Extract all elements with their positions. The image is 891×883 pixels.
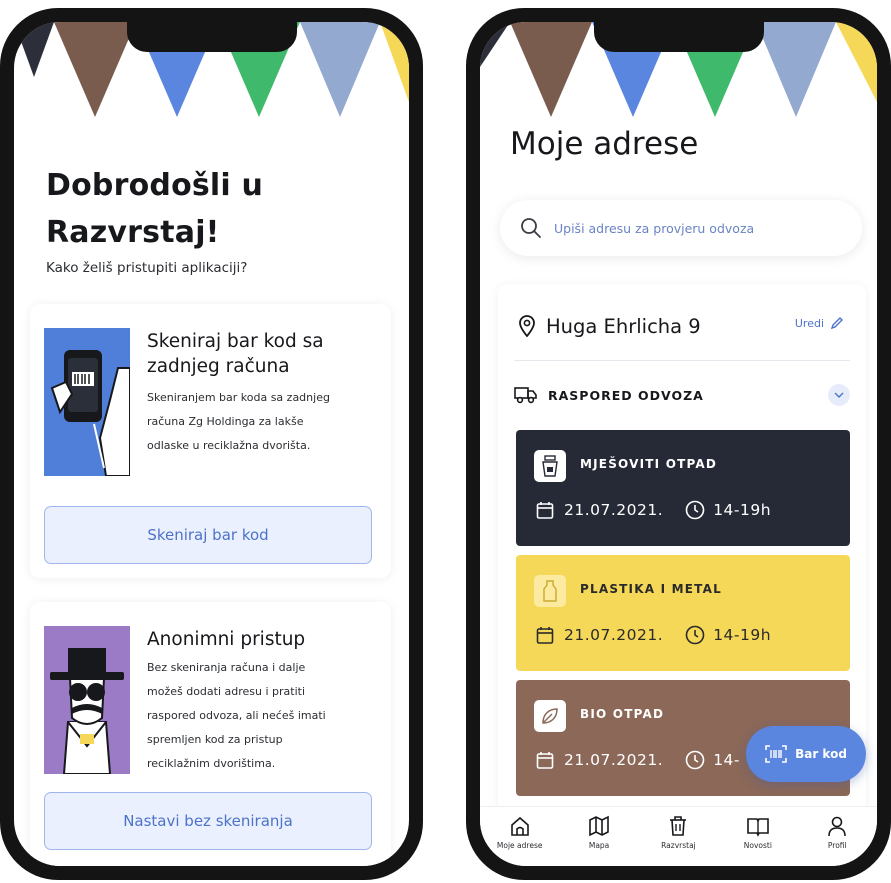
addresses-screen: Moje adrese Upiši adresu za provjeru odv…	[480, 22, 877, 866]
address-search-input[interactable]: Upiši adresu za provjeru odvoza	[500, 200, 862, 256]
user-icon	[828, 816, 847, 837]
tab-mapa[interactable]: Mapa	[564, 815, 634, 850]
pickup-date: 21.07.2021.	[564, 626, 664, 644]
gap-background	[423, 0, 466, 883]
scan-barcode-button[interactable]: Skeniraj bar kod	[44, 506, 372, 564]
screenshot-canvas: Dobrodošli u Razvrstaj! Kako želiš prist…	[0, 0, 891, 883]
address-row: Huga Ehrlicha 9 Uredi	[518, 308, 848, 344]
pickup-type: BIO OTPAD	[580, 707, 665, 721]
tab-razvrstaj[interactable]: Razvrstaj	[643, 815, 713, 850]
tab-label: Novosti	[743, 841, 772, 850]
anon-desc-line: Bez skeniranja računa i dalje	[147, 661, 306, 674]
tab-profil[interactable]: Profil	[802, 815, 872, 850]
tab-label: Mapa	[588, 841, 610, 850]
scan-option-title: Skeniraj bar kod sa zadnjeg računa	[147, 329, 377, 379]
edit-label: Uredi	[794, 316, 824, 330]
welcome-title-line1: Dobrodošli u	[46, 168, 264, 203]
plastic-icon	[534, 575, 566, 607]
tab-novosti[interactable]: Novosti	[723, 815, 793, 850]
scan-desc-line: računa Zg Holdinga za lakše	[147, 415, 304, 428]
phone-scanning-illustration	[44, 328, 130, 476]
edit-address-button[interactable]: Uredi	[795, 316, 844, 330]
scan-desc-line: odlaske u reciklažna dvorišta.	[147, 439, 311, 452]
calendar-icon	[536, 627, 554, 644]
tab-moje-adrese[interactable]: Moje adrese	[485, 815, 555, 850]
anonymous-illustration	[44, 626, 130, 774]
barcode-fab-button[interactable]: Bar kod	[746, 726, 866, 782]
leaf-icon	[534, 700, 566, 732]
pickup-type: MJEŠOVITI OTPAD	[580, 457, 718, 471]
anon-desc-line: spremljen kod za pristup	[147, 733, 283, 746]
scan-option-card: Skeniraj bar kod sa zadnjeg računa Skeni…	[30, 304, 391, 578]
anonymous-option-title: Anonimni pristup	[147, 629, 306, 650]
tab-label: Razvrstaj	[661, 841, 696, 850]
phone-scan-icon	[44, 328, 130, 476]
bottom-tab-bar: Moje adrese Mapa Razvrstaj Novosti Profi…	[480, 806, 877, 866]
schedule-header[interactable]: RASPORED ODVOZA	[514, 382, 850, 408]
pickup-datetime: 21.07.2021. 14-19h	[536, 500, 771, 520]
map-pin-icon	[519, 315, 535, 337]
chevron-down-icon[interactable]	[828, 384, 850, 406]
clock-icon	[685, 750, 705, 770]
calendar-icon	[536, 752, 554, 769]
truck-icon	[514, 387, 537, 404]
continue-without-scan-button[interactable]: Nastavi bez skeniranja	[44, 792, 372, 850]
clock-icon	[685, 500, 705, 520]
tab-label: Profil	[827, 841, 847, 850]
barcode-icon	[765, 745, 787, 763]
clock-icon	[685, 625, 705, 645]
phone-notch	[126, 22, 297, 52]
schedule-label: RASPORED ODVOZA	[548, 387, 704, 403]
anon-desc-line: reciklažnim dvorištima.	[147, 757, 276, 770]
welcome-title: Dobrodošli u Razvrstaj!	[46, 162, 263, 256]
scan-option-description: Skeniranjem bar koda sa zadnjeg računa Z…	[147, 386, 383, 458]
address-name: Huga Ehrlicha 9	[546, 314, 701, 338]
pickup-datetime: 21.07.2021. 14-19h	[536, 625, 771, 645]
book-icon	[747, 818, 769, 837]
anon-desc-line: raspored odvoza, ali nećeš imati	[147, 709, 326, 722]
map-icon	[589, 815, 609, 837]
pencil-icon	[830, 317, 843, 330]
pickup-time: 14-	[713, 751, 741, 769]
welcome-screen: Dobrodošli u Razvrstaj! Kako želiš prist…	[14, 22, 409, 866]
anonymous-character-icon	[44, 626, 130, 774]
welcome-subtitle: Kako želiš pristupiti aplikaciji?	[46, 260, 248, 276]
tab-label: Moje adrese	[496, 841, 543, 850]
trash-icon	[670, 816, 687, 836]
welcome-title-line2: Razvrstaj!	[46, 215, 220, 250]
home-icon	[510, 816, 529, 836]
pickup-date: 21.07.2021.	[564, 501, 664, 519]
anonymous-option-description: Bez skeniranja računa i dalje možeš doda…	[147, 656, 383, 776]
pickup-card-mixed[interactable]: MJEŠOVITI OTPAD 21.07.2021. 14-19h	[516, 430, 850, 546]
divider	[514, 360, 850, 361]
pickup-date: 21.07.2021.	[564, 751, 664, 769]
pickup-time: 14-19h	[713, 501, 772, 519]
anon-desc-line: možeš dodati adresu i pratiti	[147, 685, 306, 698]
fab-label: Bar kod	[795, 747, 847, 761]
anonymous-option-card: Anonimni pristup Bez skeniranja računa i…	[30, 602, 391, 866]
right-phone-frame: Moje adrese Upiši adresu za provjeru odv…	[466, 8, 891, 880]
search-placeholder: Upiši adresu za provjeru odvoza	[554, 220, 755, 236]
scan-title-line1: Skeniraj bar kod sa	[147, 331, 324, 352]
left-phone-frame: Dobrodošli u Razvrstaj! Kako želiš prist…	[0, 8, 423, 880]
pickup-type: PLASTIKA I METAL	[580, 582, 722, 596]
scan-desc-line: Skeniranjem bar koda sa zadnjeg	[147, 391, 330, 404]
pickup-time: 14-19h	[713, 626, 772, 644]
calendar-icon	[536, 502, 554, 519]
mixed-waste-icon	[534, 450, 566, 482]
search-icon	[521, 218, 541, 238]
scan-title-line2: zadnjeg računa	[147, 356, 290, 377]
phone-notch	[593, 22, 764, 52]
pickup-datetime: 21.07.2021. 14-	[536, 750, 740, 770]
pickup-card-plastic[interactable]: PLASTIKA I METAL 21.07.2021. 14-19h	[516, 555, 850, 671]
